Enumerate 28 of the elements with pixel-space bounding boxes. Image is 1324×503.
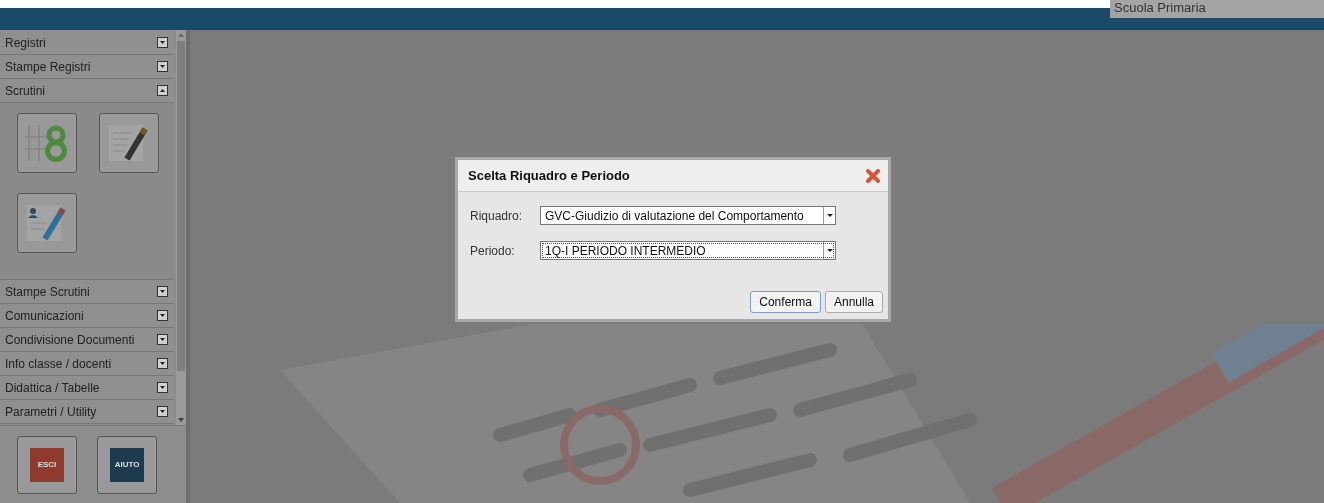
collapse-icon[interactable] bbox=[157, 85, 169, 96]
help-button[interactable]: AIUTO bbox=[110, 448, 144, 482]
expand-icon[interactable] bbox=[157, 61, 169, 72]
confirm-button[interactable]: Conferma bbox=[750, 291, 821, 313]
select-field[interactable]: 1Q-I PERIODO INTERMEDIO bbox=[540, 241, 836, 260]
expand-icon[interactable] bbox=[157, 37, 169, 48]
dialog-title: Scelta Riquadro e Periodo bbox=[468, 166, 630, 185]
cancel-button[interactable]: Annulla bbox=[824, 291, 883, 313]
dropdown-arrow-icon bbox=[823, 242, 835, 259]
expand-icon[interactable] bbox=[157, 358, 169, 369]
expand-icon[interactable] bbox=[157, 334, 169, 345]
expand-icon[interactable] bbox=[157, 382, 169, 393]
edit-tool-button[interactable] bbox=[99, 113, 159, 173]
school-label: Scuola Primaria bbox=[1110, 0, 1324, 18]
exit-button[interactable]: ESCI bbox=[30, 448, 64, 482]
close-icon[interactable] bbox=[866, 168, 880, 183]
dropdown-arrow-icon bbox=[823, 207, 835, 224]
scroll-down-icon[interactable] bbox=[178, 418, 185, 422]
expand-icon[interactable] bbox=[157, 286, 169, 297]
scrollbar[interactable] bbox=[176, 30, 186, 425]
grade-grid-icon bbox=[25, 123, 69, 163]
select-field[interactable]: GVC-Giudizio di valutazione del Comportamento bbox=[540, 206, 836, 225]
student-edit-tool-button[interactable] bbox=[17, 193, 77, 253]
expand-icon[interactable] bbox=[157, 310, 169, 321]
expand-icon[interactable] bbox=[157, 406, 169, 417]
field-label: Riquadro: bbox=[470, 207, 524, 225]
field-label: Periodo: bbox=[470, 242, 516, 260]
grades-tool-button[interactable] bbox=[17, 113, 77, 173]
